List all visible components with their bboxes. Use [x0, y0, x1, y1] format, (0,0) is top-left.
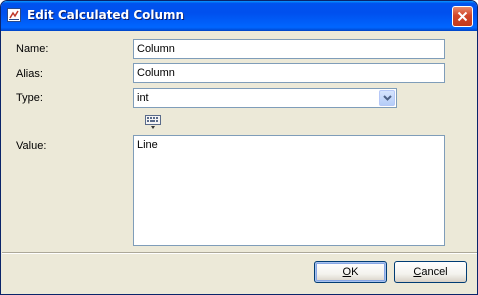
type-selected-value: int: [137, 92, 149, 104]
name-field[interactable]: Column: [133, 39, 445, 59]
button-separator: [2, 252, 477, 254]
type-dropdown-button[interactable]: [379, 90, 395, 106]
chevron-down-icon: [383, 95, 392, 101]
ok-button[interactable]: OK: [314, 261, 387, 283]
title-bar[interactable]: Edit Calculated Column: [1, 1, 477, 31]
alias-label: Alias:: [16, 68, 43, 80]
type-label: Type:: [16, 92, 43, 104]
type-select[interactable]: int: [133, 88, 397, 108]
dialog-window: Edit Calculated Column Name: Column Alia…: [0, 0, 478, 295]
alias-field[interactable]: Column: [133, 63, 445, 83]
cancel-label-rest: ancel: [421, 266, 448, 278]
calculated-column-icon: [7, 8, 21, 22]
ok-mnemonic: O: [342, 266, 352, 278]
close-icon: [457, 11, 468, 22]
window-title: Edit Calculated Column: [27, 8, 185, 22]
ok-label-rest: K: [351, 266, 359, 278]
value-textarea[interactable]: Line: [133, 135, 445, 246]
name-label: Name:: [16, 43, 49, 55]
cancel-button[interactable]: Cancel: [394, 261, 467, 283]
expression-builder-button[interactable]: [144, 114, 162, 130]
value-label: Value:: [16, 140, 47, 152]
close-button[interactable]: [452, 6, 473, 27]
keyboard-icon: [145, 115, 161, 129]
